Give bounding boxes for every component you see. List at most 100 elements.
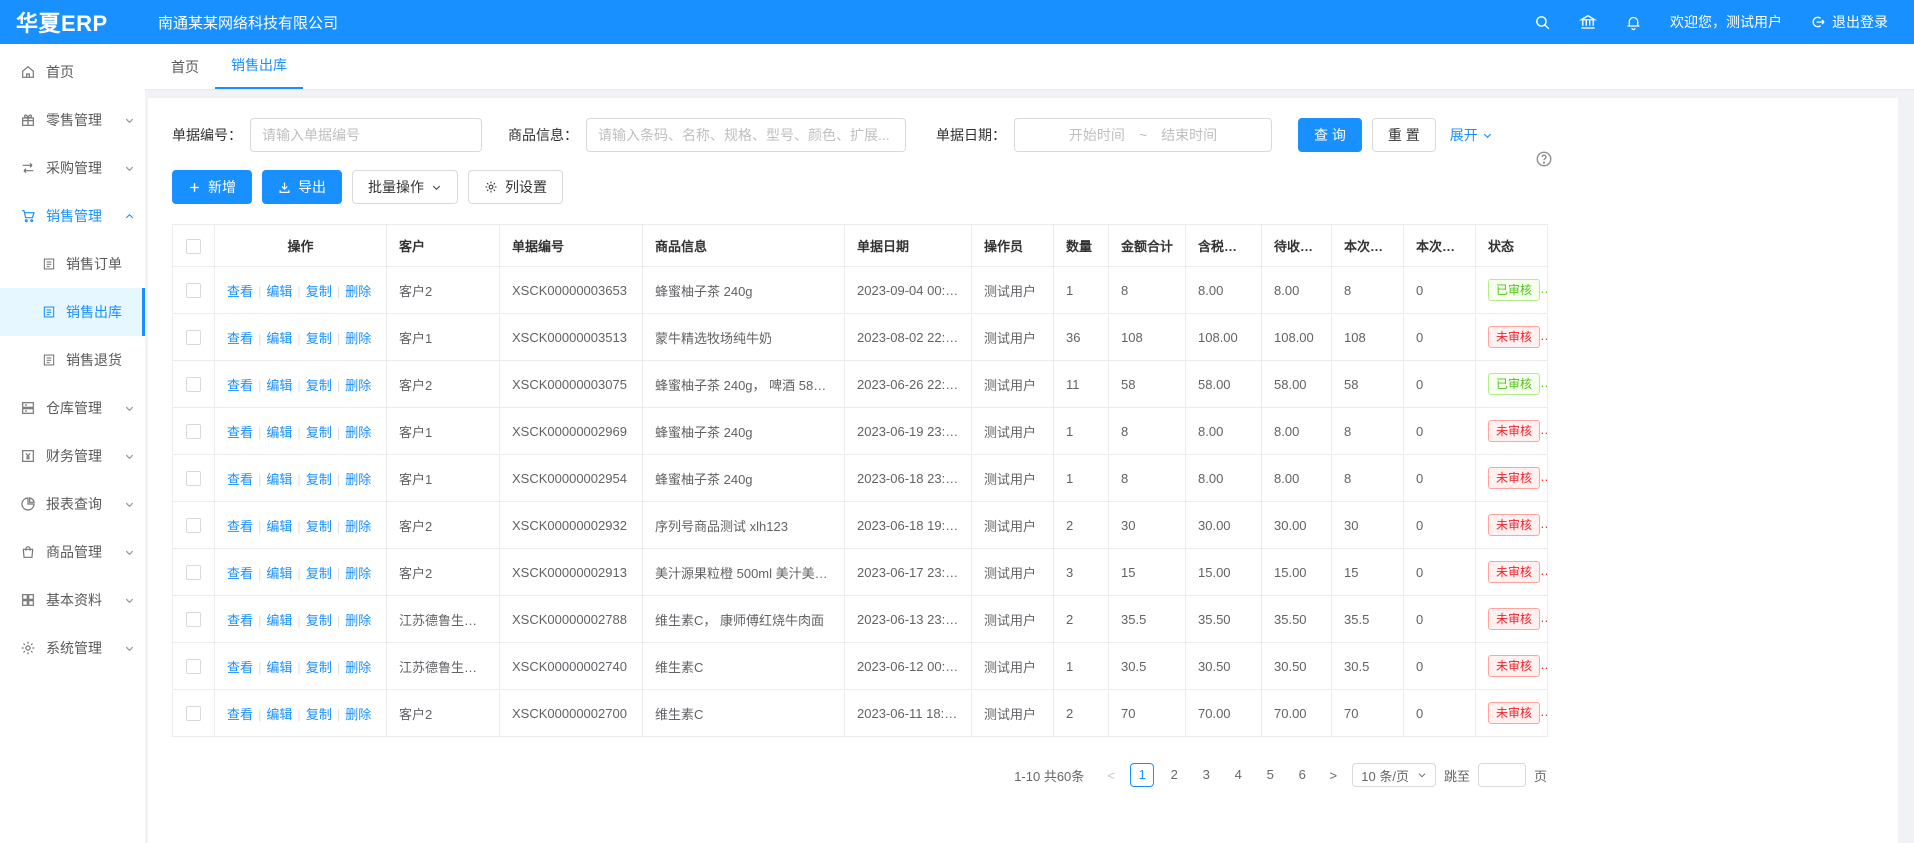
action-link[interactable]: 删除 — [345, 284, 371, 299]
reset-button[interactable]: 重 置 — [1372, 118, 1436, 152]
row-checkbox[interactable] — [186, 518, 201, 533]
sidebar-item-warehouse[interactable]: 仓库管理 — [0, 384, 145, 432]
sidebar-item-goods[interactable]: 商品管理 — [0, 528, 145, 576]
topbar-right: 欢迎您，测试用户 退出登录 — [1534, 12, 1914, 32]
action-link[interactable]: 查看 — [227, 613, 253, 628]
action-link[interactable]: 编辑 — [266, 331, 292, 346]
search-icon[interactable] — [1534, 14, 1551, 31]
row-checkbox[interactable] — [186, 330, 201, 345]
action-link[interactable]: 复制 — [306, 425, 332, 440]
page-button-1[interactable]: 1 — [1130, 763, 1154, 787]
action-link[interactable]: 复制 — [306, 331, 332, 346]
page-button-6[interactable]: 6 — [1290, 763, 1314, 787]
action-link[interactable]: 查看 — [227, 660, 253, 675]
export-button[interactable]: 导出 — [262, 170, 342, 204]
action-link[interactable]: 编辑 — [266, 707, 292, 722]
date-range-input[interactable]: 开始时间 ~ 结束时间 — [1014, 118, 1272, 152]
action-link[interactable]: 删除 — [345, 472, 371, 487]
action-link[interactable]: 编辑 — [266, 472, 292, 487]
row-checkbox[interactable] — [186, 612, 201, 627]
prev-page-button[interactable]: < — [1100, 768, 1122, 783]
batch-actions-button[interactable]: 批量操作 — [352, 170, 458, 204]
action-link[interactable]: 查看 — [227, 707, 253, 722]
action-link[interactable]: 复制 — [306, 613, 332, 628]
action-link[interactable]: 删除 — [345, 660, 371, 675]
row-checkbox[interactable] — [186, 471, 201, 486]
page-button-2[interactable]: 2 — [1162, 763, 1186, 787]
row-checkbox[interactable] — [186, 565, 201, 580]
column-settings-button[interactable]: 列设置 — [468, 170, 563, 204]
row-checkbox[interactable] — [186, 283, 201, 298]
page-button-3[interactable]: 3 — [1194, 763, 1218, 787]
action-link[interactable]: 编辑 — [266, 566, 292, 581]
action-link[interactable]: 复制 — [306, 472, 332, 487]
bill-no-input[interactable] — [250, 118, 482, 152]
sidebar-item-finance[interactable]: 财务管理 — [0, 432, 145, 480]
action-link[interactable]: 编辑 — [266, 660, 292, 675]
row-checkbox[interactable] — [186, 706, 201, 721]
tab-home[interactable]: 首页 — [155, 45, 215, 89]
sidebar-item-sales-order[interactable]: 销售订单 — [0, 240, 145, 288]
cell-bill_no: XSCK00000003513 — [500, 314, 643, 361]
action-separator: | — [337, 331, 340, 346]
action-link[interactable]: 复制 — [306, 660, 332, 675]
sidebar-item-reports[interactable]: 报表查询 — [0, 480, 145, 528]
action-link[interactable]: 编辑 — [266, 425, 292, 440]
cell-date: 2023-06-26 22:25:26 — [845, 361, 972, 408]
action-link[interactable]: 删除 — [345, 519, 371, 534]
action-link[interactable]: 查看 — [227, 331, 253, 346]
action-separator: | — [258, 519, 261, 534]
page-button-4[interactable]: 4 — [1226, 763, 1250, 787]
action-link[interactable]: 查看 — [227, 425, 253, 440]
row-checkbox[interactable] — [186, 424, 201, 439]
cell-receivable: 70.00 — [1262, 690, 1332, 737]
plus-icon — [188, 181, 201, 194]
help-icon[interactable] — [1535, 150, 1553, 173]
page-button-5[interactable]: 5 — [1258, 763, 1282, 787]
action-link[interactable]: 复制 — [306, 519, 332, 534]
action-link[interactable]: 删除 — [345, 707, 371, 722]
add-button[interactable]: 新增 — [172, 170, 252, 204]
tab-sales-outbound[interactable]: 销售出库 — [215, 44, 303, 89]
action-link[interactable]: 查看 — [227, 378, 253, 393]
page-size-select[interactable]: 10 条/页 — [1352, 763, 1436, 787]
row-checkbox[interactable] — [186, 377, 201, 392]
bell-icon[interactable] — [1625, 14, 1642, 31]
action-link[interactable]: 编辑 — [266, 613, 292, 628]
action-link[interactable]: 查看 — [227, 472, 253, 487]
action-link[interactable]: 编辑 — [266, 284, 292, 299]
expand-link[interactable]: 展开 — [1450, 125, 1493, 145]
action-link[interactable]: 复制 — [306, 378, 332, 393]
action-link[interactable]: 查看 — [227, 566, 253, 581]
action-link[interactable]: 删除 — [345, 331, 371, 346]
action-link[interactable]: 编辑 — [266, 519, 292, 534]
action-link[interactable]: 查看 — [227, 284, 253, 299]
select-all-checkbox[interactable] — [186, 239, 201, 254]
bank-icon[interactable] — [1579, 13, 1597, 31]
action-link[interactable]: 删除 — [345, 613, 371, 628]
sidebar-item-retail[interactable]: 零售管理 — [0, 96, 145, 144]
sidebar-item-sales[interactable]: 销售管理 — [0, 192, 145, 240]
action-link[interactable]: 删除 — [345, 425, 371, 440]
sidebar-item-sales-outbound[interactable]: 销售出库 — [0, 288, 145, 336]
search-button[interactable]: 查 询 — [1298, 118, 1362, 152]
next-page-button[interactable]: > — [1322, 768, 1344, 783]
action-link[interactable]: 复制 — [306, 707, 332, 722]
action-link[interactable]: 查看 — [227, 519, 253, 534]
logout-button[interactable]: 退出登录 — [1810, 12, 1888, 32]
action-link[interactable]: 编辑 — [266, 378, 292, 393]
jump-page-input[interactable] — [1478, 763, 1526, 787]
cell-bill_no: XSCK00000002969 — [500, 408, 643, 455]
material-input[interactable] — [586, 118, 906, 152]
action-link[interactable]: 删除 — [345, 378, 371, 393]
sidebar-item-purchase[interactable]: 采购管理 — [0, 144, 145, 192]
sidebar-item-basic-data[interactable]: 基本资料 — [0, 576, 145, 624]
sidebar-item-sales-return[interactable]: 销售退货 — [0, 336, 145, 384]
sidebar-item-home[interactable]: 首页 — [0, 48, 145, 96]
action-link[interactable]: 复制 — [306, 284, 332, 299]
sidebar-item-system[interactable]: 系统管理 — [0, 624, 145, 672]
action-link[interactable]: 复制 — [306, 566, 332, 581]
row-checkbox[interactable] — [186, 659, 201, 674]
action-link[interactable]: 删除 — [345, 566, 371, 581]
table-row: 查看|编辑|复制|删除客户2XSCK00000002913美汁源果粒橙 500m… — [173, 549, 1548, 596]
